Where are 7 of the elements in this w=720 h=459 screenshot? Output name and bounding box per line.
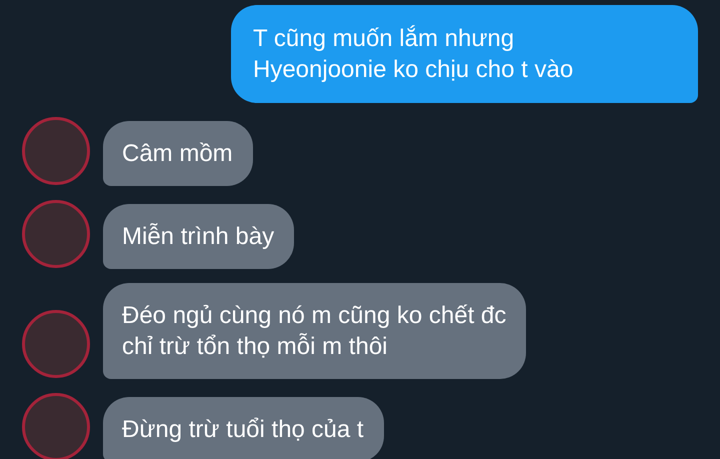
message-text: Đéo ngủ cùng nó m cũng ko chết đc — [122, 301, 506, 331]
message-text: Miễn trình bày — [122, 222, 274, 252]
message-text: Câm mồm — [122, 139, 233, 169]
message-text: T cũng muốn lắm nhưng — [253, 24, 516, 54]
message-text: chỉ trừ tổn thọ mỗi m thôi — [122, 332, 388, 362]
message-text: Hyeonjoonie ko chịu cho t vào — [253, 55, 574, 85]
message-text: Đừng trừ tuổi thọ của t — [122, 415, 364, 445]
